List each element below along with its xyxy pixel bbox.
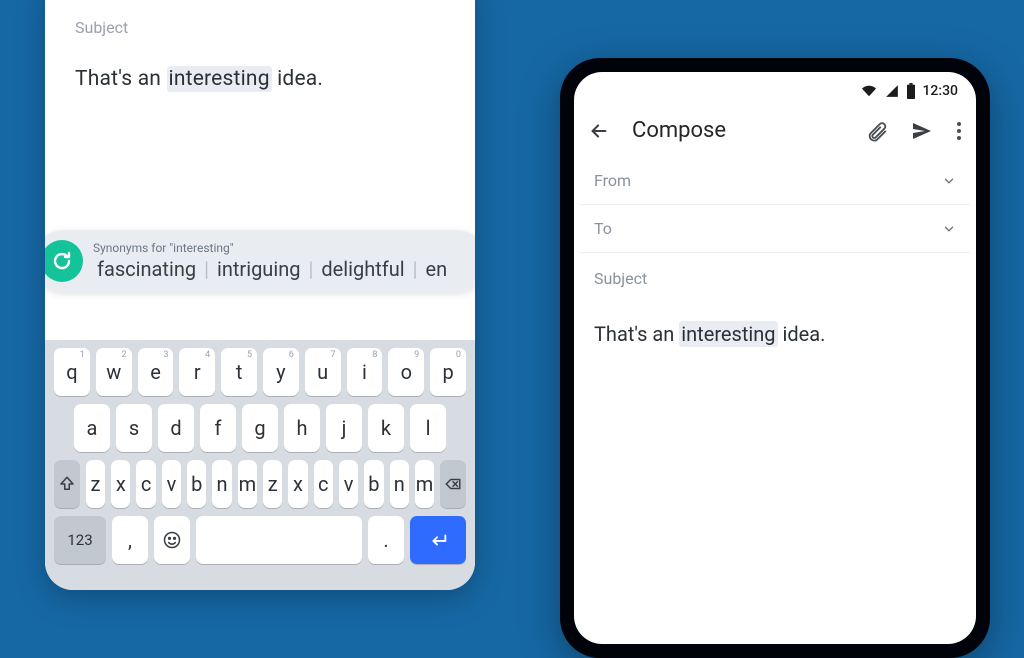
key-d[interactable]: d [158,404,194,452]
key-m[interactable]: m [415,460,434,508]
key-k[interactable]: k [368,404,404,452]
body-pre: That's an [75,67,167,91]
key-i[interactable]: i [347,348,383,396]
period-key[interactable]: . [368,516,404,564]
key-l[interactable]: l [410,404,446,452]
key-x[interactable]: x [288,460,307,508]
key-g[interactable]: g [242,404,278,452]
key-v[interactable]: v [339,460,358,508]
key-c[interactable]: c [314,460,333,508]
keyboard-row-2: asdfghjkl [51,404,469,452]
key-y[interactable]: y [263,348,299,396]
suggestion-item[interactable]: fascinating [93,257,200,281]
email-body-text[interactable]: That's an interesting idea. [574,296,976,372]
key-o[interactable]: o [388,348,424,396]
keyboard-row-4: 123 , . [51,516,469,564]
key-q[interactable]: q [54,348,90,396]
keyboard-row-3: zxcvbnmzxcvbnm [51,460,469,508]
key-h[interactable]: h [284,404,320,452]
suggestion-title: Synonyms for "interesting" [93,241,473,255]
subject-label[interactable]: Subject [574,253,976,296]
backspace-key[interactable] [440,460,466,508]
send-button[interactable] [910,119,934,143]
chevron-down-icon [942,174,956,188]
highlighted-word[interactable]: interesting [679,321,777,347]
key-w[interactable]: w [96,348,132,396]
key-e[interactable]: e [138,348,174,396]
key-v[interactable]: v [162,460,181,508]
email-body-text[interactable]: That's an interesting idea. [75,67,445,91]
virtual-keyboard: qwertyuiop asdfghjkl zxcvbnmzxcvbnm 123 … [45,340,475,590]
key-z[interactable]: z [86,460,105,508]
emoji-key[interactable] [154,516,190,564]
divider: | [409,257,422,281]
key-a[interactable]: a [74,404,110,452]
body-post: idea. [272,67,323,91]
battery-icon [906,83,916,99]
key-t[interactable]: t [221,348,257,396]
key-b[interactable]: b [187,460,206,508]
highlighted-word[interactable]: interesting [167,66,272,92]
numeric-key[interactable]: 123 [54,516,106,564]
body-pre: That's an [594,322,679,346]
back-button[interactable] [588,120,610,142]
phone-right-screen: 12:30 Compose From [574,72,976,644]
from-label: From [594,171,631,190]
enter-key[interactable] [410,516,466,564]
overflow-menu-button[interactable] [956,121,962,141]
suggestion-item[interactable]: intriguing [213,257,305,281]
key-r[interactable]: r [179,348,215,396]
key-x[interactable]: x [111,460,130,508]
comma-key[interactable]: , [112,516,148,564]
to-field[interactable]: To [574,205,976,252]
key-n[interactable]: n [390,460,409,508]
body-post: idea. [778,322,826,346]
key-u[interactable]: u [305,348,341,396]
divider: | [200,257,213,281]
key-p[interactable]: p [430,348,466,396]
keyboard-row-1: qwertyuiop [51,348,469,396]
key-b[interactable]: b [364,460,383,508]
divider: | [304,257,317,281]
compose-toolbar: Compose [574,110,976,157]
key-c[interactable]: c [136,460,155,508]
key-m[interactable]: m [238,460,257,508]
wifi-icon [860,84,878,98]
attach-button[interactable] [866,120,888,142]
suggestion-item[interactable]: en [422,257,452,281]
to-label: To [594,219,612,238]
chevron-down-icon [942,222,956,236]
phone-right-frame: 12:30 Compose From [560,58,990,658]
status-time: 12:30 [922,83,958,99]
space-key[interactable] [196,516,362,564]
subject-label: Subject [75,18,445,37]
phone-left-frame: Subject That's an interesting idea. Syno… [45,0,475,590]
suggestion-row: fascinating | intriguing | delightful | … [93,257,473,281]
from-field[interactable]: From [574,157,976,204]
synonym-suggestion-bar: Synonyms for "interesting" fascinating |… [45,230,475,292]
key-j[interactable]: j [326,404,362,452]
toolbar-title: Compose [632,118,848,143]
grammarly-icon[interactable] [45,240,83,282]
key-z[interactable]: z [263,460,282,508]
key-f[interactable]: f [200,404,236,452]
key-n[interactable]: n [212,460,231,508]
signal-icon [884,84,900,98]
shift-key[interactable] [54,460,80,508]
suggestion-item[interactable]: delightful [317,257,408,281]
key-s[interactable]: s [116,404,152,452]
status-bar: 12:30 [574,72,976,110]
